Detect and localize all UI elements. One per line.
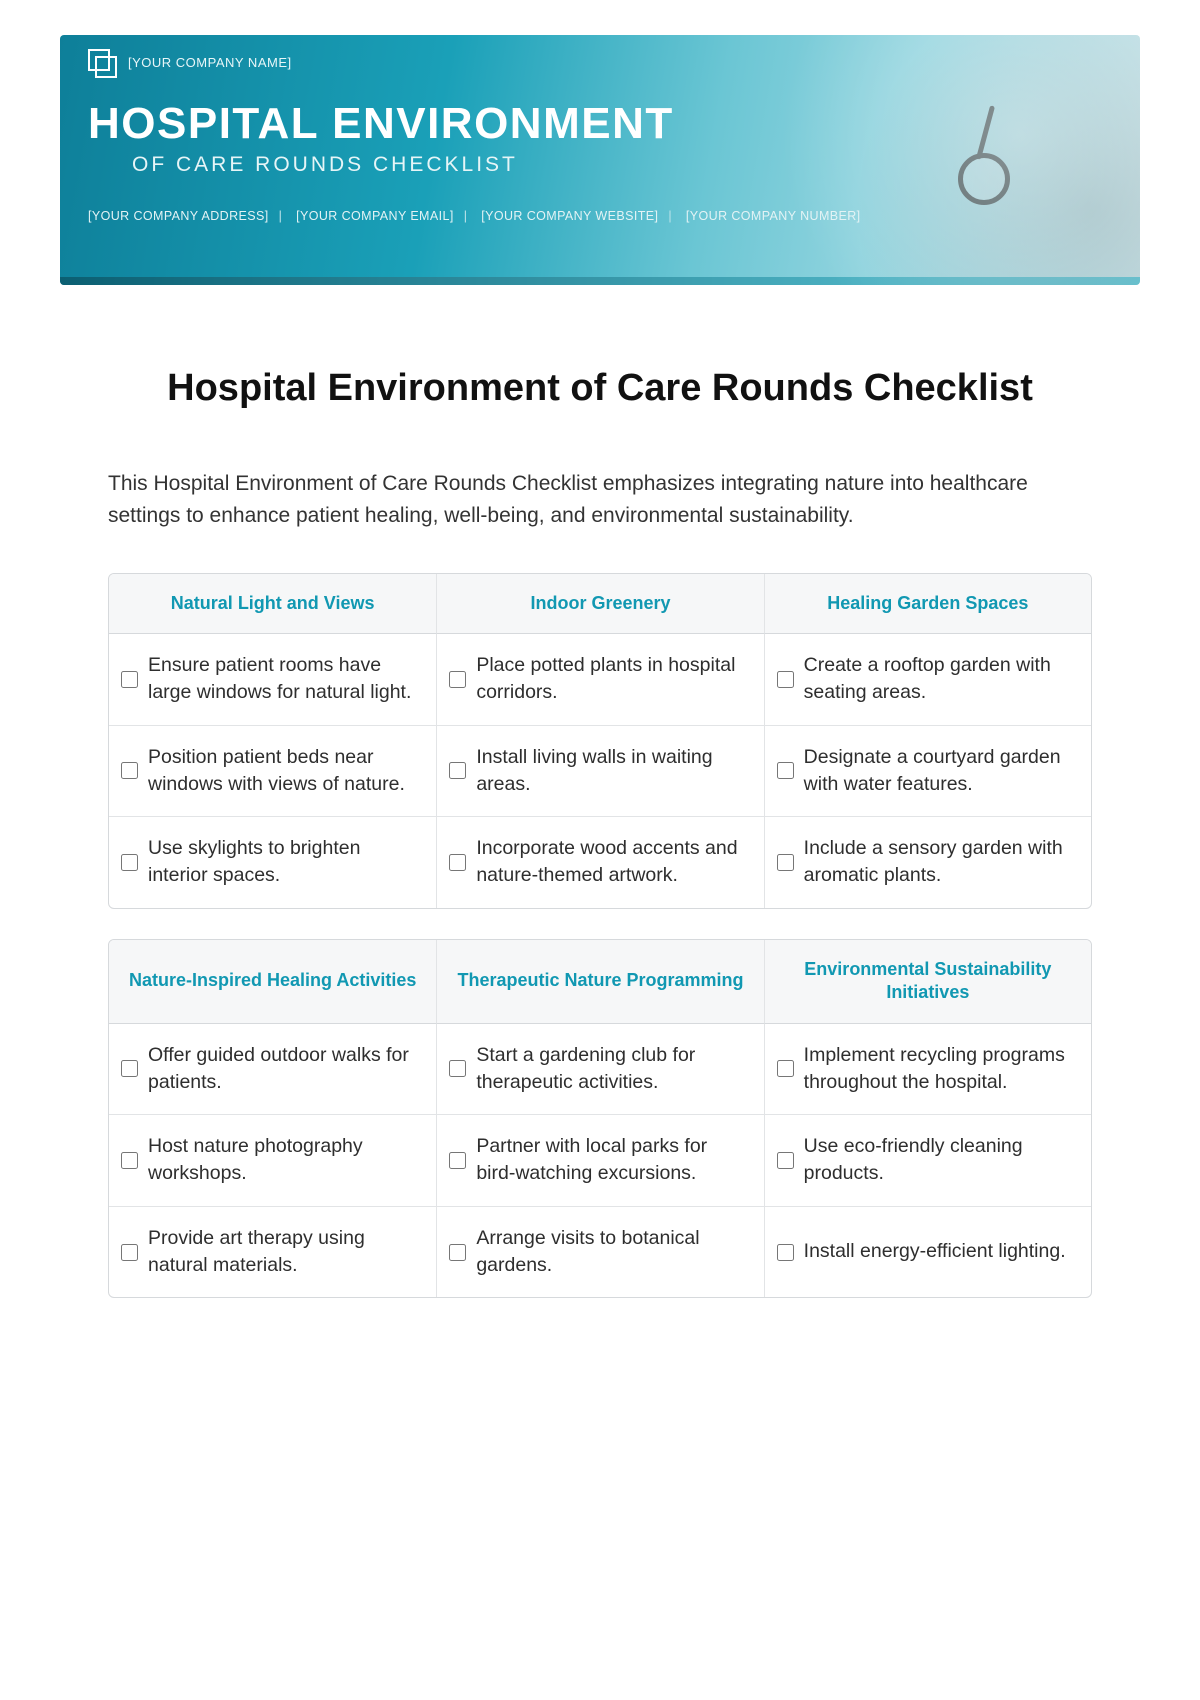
checklist-checkbox[interactable] [777,1060,794,1077]
checklist-checkbox[interactable] [121,1244,138,1261]
checklist-item-text: Use eco-friendly cleaning products. [804,1133,1077,1188]
checklist-checkbox[interactable] [449,854,466,871]
banner-subtitle: OF CARE ROUNDS CHECKLIST [132,153,1112,177]
checklist-item-text: Host nature photography workshops. [148,1133,422,1188]
page-title: Hospital Environment of Care Rounds Chec… [108,365,1092,413]
checklist-checkbox[interactable] [121,1060,138,1077]
contact-number: [YOUR COMPANY NUMBER] [686,209,861,223]
checklist-item-text: Place potted plants in hospital corridor… [476,652,749,707]
checklist-item-text: Include a sensory garden with aromatic p… [804,835,1077,890]
checklist-checkbox[interactable] [777,1244,794,1261]
checklist-item-text: Install energy-efficient lighting. [804,1238,1077,1265]
checklist-item-text: Use skylights to brighten interior space… [148,835,422,890]
table-header-row: Nature-Inspired Healing Activities Thera… [109,940,1091,1024]
checklist-checkbox[interactable] [449,762,466,779]
column-header: Indoor Greenery [436,574,763,634]
table-row: Use skylights to brighten interior space… [109,817,1091,908]
checklist-item-text: Install living walls in waiting areas. [476,744,749,799]
checklist-item-text: Ensure patient rooms have large windows … [148,652,422,707]
checklist-item-text: Designate a courtyard garden with water … [804,744,1077,799]
column-header: Healing Garden Spaces [764,574,1091,634]
table-header-row: Natural Light and Views Indoor Greenery … [109,574,1091,634]
checklist-checkbox[interactable] [777,762,794,779]
accent-bar [60,277,1140,285]
contact-row: [YOUR COMPANY ADDRESS]| [YOUR COMPANY EM… [88,209,1112,223]
checklist-checkbox[interactable] [121,854,138,871]
checklist-checkbox[interactable] [121,762,138,779]
company-name: [YOUR COMPANY NAME] [128,55,292,70]
column-header: Natural Light and Views [109,574,436,634]
table-row: Offer guided outdoor walks for patients.… [109,1024,1091,1116]
company-logo-icon [88,49,114,75]
table-row: Ensure patient rooms have large windows … [109,634,1091,726]
checklist-item-text: Arrange visits to botanical gardens. [476,1225,749,1280]
intro-paragraph: This Hospital Environment of Care Rounds… [108,468,1092,533]
checklist-item-text: Incorporate wood accents and nature-them… [476,835,749,890]
checklist-checkbox[interactable] [449,1152,466,1169]
checklist-item-text: Create a rooftop garden with seating are… [804,652,1077,707]
column-header: Nature-Inspired Healing Activities [109,940,436,1024]
checklist-item-text: Position patient beds near windows with … [148,744,422,799]
checklist-checkbox[interactable] [777,854,794,871]
document-body: Hospital Environment of Care Rounds Chec… [60,295,1140,1298]
checklist-item-text: Implement recycling programs throughout … [804,1042,1077,1097]
brand-row: [YOUR COMPANY NAME] [88,49,1112,75]
header-banner: [YOUR COMPANY NAME] HOSPITAL ENVIRONMENT… [60,35,1140,285]
table-row: Host nature photography workshops. Partn… [109,1115,1091,1207]
checklist-checkbox[interactable] [121,1152,138,1169]
table-row: Position patient beds near windows with … [109,726,1091,818]
contact-address: [YOUR COMPANY ADDRESS] [88,209,269,223]
column-header: Therapeutic Nature Programming [436,940,763,1024]
checklist-item-text: Provide art therapy using natural materi… [148,1225,422,1280]
contact-website: [YOUR COMPANY WEBSITE] [481,209,658,223]
checklist-checkbox[interactable] [449,1060,466,1077]
table-row: Provide art therapy using natural materi… [109,1207,1091,1298]
checklist-table-1: Natural Light and Views Indoor Greenery … [108,573,1092,909]
checklist-item-text: Start a gardening club for therapeutic a… [476,1042,749,1097]
column-header: Environmental Sustainability Initiatives [764,940,1091,1024]
document-page: [YOUR COMPANY NAME] HOSPITAL ENVIRONMENT… [0,0,1200,1388]
checklist-checkbox[interactable] [449,1244,466,1261]
checklist-checkbox[interactable] [777,671,794,688]
checklist-checkbox[interactable] [121,671,138,688]
checklist-item-text: Offer guided outdoor walks for patients. [148,1042,422,1097]
checklist-checkbox[interactable] [449,671,466,688]
checklist-checkbox[interactable] [777,1152,794,1169]
checklist-item-text: Partner with local parks for bird-watchi… [476,1133,749,1188]
checklist-table-2: Nature-Inspired Healing Activities Thera… [108,939,1092,1299]
banner-title: HOSPITAL ENVIRONMENT [88,101,1112,147]
contact-email: [YOUR COMPANY EMAIL] [296,209,454,223]
